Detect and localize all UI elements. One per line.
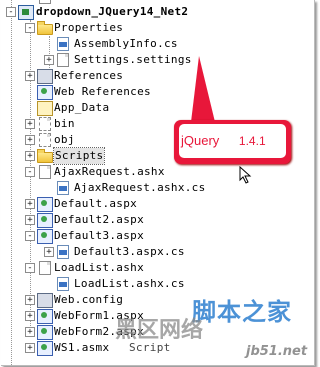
- tree-item-references[interactable]: + References: [1, 68, 301, 84]
- tree-item-ajaxrequest-cs[interactable]: AjaxRequest.ashx.cs: [1, 180, 301, 196]
- callout-body: jQuery 1.4.1: [179, 124, 286, 158]
- tree-item-label: Web.config: [54, 293, 124, 306]
- tree-item-default-aspx[interactable]: + Default.aspx: [1, 196, 301, 212]
- expand-toggle[interactable]: +: [25, 151, 35, 161]
- web-references-icon: [37, 85, 53, 100]
- tree-item-properties[interactable]: - Properties: [1, 20, 301, 36]
- aspx-file-icon: [37, 309, 53, 324]
- tree-item-loadlist-ashx[interactable]: - LoadList.ashx: [1, 260, 301, 276]
- cs-file-icon: [57, 181, 69, 195]
- asmx-file-icon: [37, 341, 53, 356]
- tree-item-label: Default3.aspx: [54, 229, 144, 242]
- collapse-toggle[interactable]: -: [25, 263, 35, 273]
- tree-item-label: Properties: [54, 21, 124, 34]
- tree-item-label: WS1.asmx: [54, 341, 110, 354]
- tree-item-ajaxrequest-ashx[interactable]: - AjaxRequest.ashx: [1, 164, 301, 180]
- expand-toggle[interactable]: +: [25, 119, 35, 129]
- mouse-cursor-icon: [239, 166, 252, 184]
- tree-item-label: Default2.aspx: [54, 213, 144, 226]
- folder-icon: [37, 21, 53, 35]
- folder-icon: [37, 149, 53, 163]
- tree-item-label: AssemblyInfo.cs: [74, 37, 178, 50]
- expand-toggle[interactable]: +: [25, 135, 35, 145]
- watermark-text: 黑区网络: [115, 318, 204, 343]
- tree-item-project[interactable]: - dropdown_JQuery14_Net2: [1, 4, 301, 20]
- references-icon: [37, 69, 53, 84]
- aspx-file-icon: [37, 197, 53, 212]
- tree-item-label: Settings.settings: [74, 53, 192, 66]
- tree-item-default2-aspx[interactable]: + Default2.aspx: [1, 212, 301, 228]
- expand-toggle[interactable]: +: [44, 55, 54, 65]
- jquery-callout: jQuery 1.4.1: [174, 120, 291, 164]
- expand-toggle[interactable]: +: [25, 311, 35, 321]
- tree-item-label: LoadList.ashx: [54, 261, 144, 274]
- tree-item-web-references[interactable]: Web References: [1, 84, 301, 100]
- tree-item-assemblyinfo[interactable]: AssemblyInfo.cs: [1, 36, 301, 52]
- tree-item-label: bin: [54, 117, 75, 130]
- expand-toggle[interactable]: +: [25, 215, 35, 225]
- tree-view: - dropdown_JQuery14_Net2 - Properties As…: [1, 0, 314, 365]
- tree-item-label: Web References: [54, 85, 151, 98]
- tree-item-label: AjaxRequest.ashx.cs: [74, 181, 206, 194]
- folder-icon: [39, 133, 51, 147]
- callout-version: 1.4.1: [238, 134, 266, 148]
- tree-item-loadlist-cs[interactable]: LoadList.ashx.cs: [1, 276, 301, 292]
- tree-item-label: AjaxRequest.ashx: [54, 165, 165, 178]
- tree-item-label: obj: [54, 133, 75, 146]
- callout-pointer: [191, 56, 215, 122]
- tree-item-settings[interactable]: + Settings.settings: [1, 52, 301, 68]
- collapse-toggle[interactable]: -: [25, 167, 35, 177]
- tree-item-label: References: [54, 69, 124, 82]
- watermark-site: jb51.net: [246, 344, 308, 359]
- app-data-folder-icon: [37, 101, 53, 116]
- tree-item-default3-aspx[interactable]: - Default3.aspx: [1, 228, 301, 244]
- expand-toggle[interactable]: +: [25, 327, 35, 337]
- watermark-text: 脚本之家: [192, 298, 292, 326]
- collapse-toggle[interactable]: -: [6, 7, 16, 17]
- expand-toggle[interactable]: +: [25, 295, 35, 305]
- expand-toggle[interactable]: +: [44, 247, 54, 257]
- cs-file-icon: [57, 277, 69, 291]
- ashx-file-icon: [39, 261, 51, 275]
- ashx-file-icon: [39, 165, 51, 179]
- cs-file-icon: [57, 37, 69, 51]
- expand-toggle[interactable]: +: [25, 343, 35, 353]
- tree-item-label: dropdown_JQuery14_Net2: [36, 5, 189, 18]
- collapse-toggle[interactable]: -: [25, 231, 35, 241]
- tree-item-app-data[interactable]: App_Data: [1, 100, 301, 116]
- aspx-file-icon: [37, 325, 53, 340]
- solution-explorer-panel: - dropdown_JQuery14_Net2 - Properties As…: [1, 0, 315, 366]
- expand-toggle[interactable]: +: [25, 71, 35, 81]
- tree-item-label: Default3.aspx.cs: [74, 245, 185, 258]
- aspx-file-icon: [37, 213, 53, 228]
- tree-item-label: App_Data: [54, 101, 110, 114]
- expand-toggle[interactable]: +: [25, 199, 35, 209]
- tree-item-label: LoadList.ashx.cs: [74, 277, 185, 290]
- tree-item-label: Default.aspx: [54, 197, 138, 210]
- tree-item-label: Scripts: [52, 147, 106, 165]
- cs-file-icon: [57, 245, 69, 259]
- aspx-file-icon: [37, 229, 53, 244]
- settings-file-icon: [57, 53, 69, 67]
- callout-label: jQuery: [181, 133, 220, 148]
- project-icon: [18, 5, 34, 20]
- config-file-icon: [37, 293, 53, 308]
- tree-item-default3-cs[interactable]: + Default3.aspx.cs: [1, 244, 301, 260]
- folder-icon: [39, 117, 51, 131]
- collapse-toggle[interactable]: -: [25, 23, 35, 33]
